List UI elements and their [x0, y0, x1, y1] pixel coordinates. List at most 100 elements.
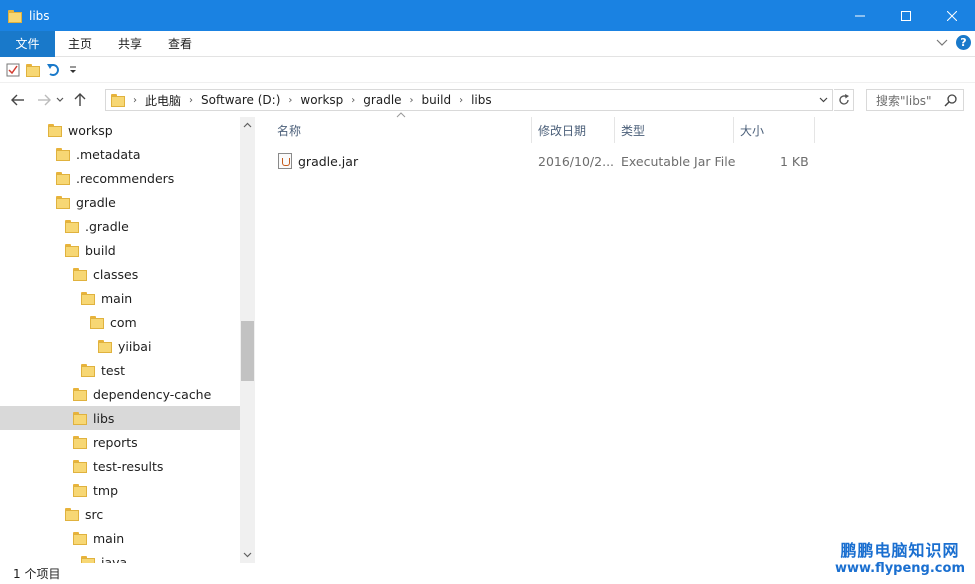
breadcrumb-separator[interactable]: ›	[343, 95, 363, 106]
tree-item[interactable]: classes	[0, 262, 240, 286]
tree-item[interactable]: worksp	[0, 118, 240, 142]
file-list[interactable]: 名称 修改日期 类型 大小 gradle.jar 2016/10/2... Ex…	[258, 112, 975, 563]
navigation-pane[interactable]: worksp .metadata .recommenders gradle .gradl…	[0, 117, 255, 563]
breadcrumb-this-pc[interactable]: 此电脑	[145, 90, 181, 110]
file-modified: 2016/10/2...	[538, 154, 615, 169]
tab-file[interactable]: 文件	[0, 30, 55, 57]
item-count: 1 个项目	[13, 567, 61, 581]
folder-icon	[73, 458, 87, 474]
tree-item[interactable]: src	[0, 502, 240, 526]
tree-item[interactable]: com	[0, 310, 240, 334]
folder-icon	[65, 506, 79, 522]
arrow-right-icon	[38, 94, 51, 106]
ribbon-tabs: 文件 主页 共享 查看 ?	[0, 30, 975, 57]
tree-item[interactable]: .gradle	[0, 214, 240, 238]
watermark-title: 鹏鹏电脑知识网	[840, 541, 960, 560]
tree-item-label: gradle	[76, 194, 116, 210]
refresh-button[interactable]	[834, 89, 854, 111]
breadcrumb-separator[interactable]: ›	[181, 95, 201, 106]
column-header-size[interactable]: 大小	[734, 117, 815, 143]
forward-button[interactable]	[34, 88, 54, 112]
tree-item-label: classes	[93, 266, 139, 282]
folder-icon	[8, 8, 22, 24]
folder-icon	[73, 386, 87, 402]
expand-ribbon-icon[interactable]	[936, 39, 948, 47]
folder-icon	[56, 194, 70, 210]
tree-item[interactable]: main	[0, 526, 240, 550]
nav-scrollbar[interactable]	[240, 117, 255, 563]
tree-item[interactable]: dependency-cache	[0, 382, 240, 406]
up-button[interactable]	[70, 88, 90, 112]
minimize-button[interactable]	[837, 0, 883, 31]
search-input[interactable]: 搜索"libs"	[866, 89, 964, 111]
tree-item[interactable]: libs	[0, 406, 240, 430]
tree-item[interactable]: .recommenders	[0, 166, 240, 190]
tree-item-label: src	[85, 506, 104, 522]
properties-icon[interactable]	[6, 63, 20, 77]
minimize-icon	[855, 15, 865, 16]
tree-item-label: main	[101, 290, 133, 306]
breadcrumb-separator[interactable]: ›	[451, 95, 471, 106]
maximize-icon	[901, 10, 911, 21]
search-placeholder: 搜索"libs"	[876, 93, 932, 108]
close-button[interactable]	[929, 0, 975, 31]
tree-item[interactable]: yiibai	[0, 334, 240, 358]
breadcrumb-build[interactable]: build	[422, 90, 452, 110]
tree-item[interactable]: java	[0, 550, 240, 563]
watermark: 鹏鹏电脑知识网 www.flypeng.com	[835, 537, 965, 576]
undo-icon[interactable]	[46, 63, 62, 77]
folder-icon	[81, 290, 95, 306]
arrow-up-icon	[74, 93, 86, 106]
breadcrumb-separator[interactable]: ›	[402, 95, 422, 106]
close-icon	[947, 10, 957, 21]
tree-item[interactable]: gradle	[0, 190, 240, 214]
tree-item[interactable]: tmp	[0, 478, 240, 502]
recent-locations-button[interactable]	[54, 88, 66, 112]
folder-icon	[73, 266, 87, 282]
breadcrumb-drive[interactable]: Software (D:)	[201, 90, 280, 110]
arrow-left-icon	[11, 94, 24, 106]
tab-home[interactable]: 主页	[55, 31, 105, 57]
breadcrumb-gradle[interactable]: gradle	[363, 90, 401, 110]
tree-item-label: tmp	[93, 482, 119, 498]
scroll-down-button[interactable]	[240, 547, 255, 563]
file-row[interactable]: gradle.jar 2016/10/2... Executable Jar F…	[272, 150, 812, 172]
customize-toolbar-icon[interactable]	[68, 65, 78, 75]
status-bar: 1 个项目	[0, 563, 975, 584]
breadcrumb-libs[interactable]: libs	[471, 90, 492, 110]
tree-item[interactable]: test-results	[0, 454, 240, 478]
tree-item[interactable]: build	[0, 238, 240, 262]
scroll-thumb[interactable]	[241, 321, 254, 381]
address-bar[interactable]: › 此电脑 › Software (D:) › worksp › gradle …	[105, 89, 833, 111]
folder-icon	[65, 242, 79, 258]
quick-access-toolbar	[0, 57, 975, 83]
folder-icon	[56, 170, 70, 186]
tree-item[interactable]: .metadata	[0, 142, 240, 166]
column-header-name[interactable]: 名称	[271, 117, 532, 143]
column-header-modified[interactable]: 修改日期	[532, 117, 615, 143]
tree-item-label: worksp	[68, 122, 113, 138]
tab-view[interactable]: 查看	[155, 31, 205, 57]
breadcrumb-worksp[interactable]: worksp	[300, 90, 343, 110]
help-icon[interactable]: ?	[956, 35, 971, 50]
scroll-up-button[interactable]	[240, 117, 255, 133]
tree-item[interactable]: test	[0, 358, 240, 382]
folder-icon	[73, 410, 87, 426]
tree-item[interactable]: main	[0, 286, 240, 310]
folder-icon	[98, 338, 112, 354]
tree-item-label: test	[101, 362, 126, 378]
address-dropdown-button[interactable]	[814, 90, 832, 110]
tab-share[interactable]: 共享	[105, 31, 155, 57]
tree-item-label: build	[85, 242, 116, 258]
new-folder-icon[interactable]	[26, 62, 40, 78]
file-size: 1 KB	[780, 154, 809, 169]
tree-item[interactable]: reports	[0, 430, 240, 454]
tree-item-label: dependency-cache	[93, 386, 212, 402]
breadcrumb-separator[interactable]: ›	[125, 95, 145, 106]
address-row: › 此电脑 › Software (D:) › worksp › gradle …	[0, 86, 975, 114]
column-header-type[interactable]: 类型	[615, 117, 734, 143]
back-button[interactable]	[8, 88, 28, 112]
breadcrumb-separator[interactable]: ›	[280, 95, 300, 106]
tree-item-label: libs	[93, 410, 115, 426]
maximize-button[interactable]	[883, 0, 929, 31]
